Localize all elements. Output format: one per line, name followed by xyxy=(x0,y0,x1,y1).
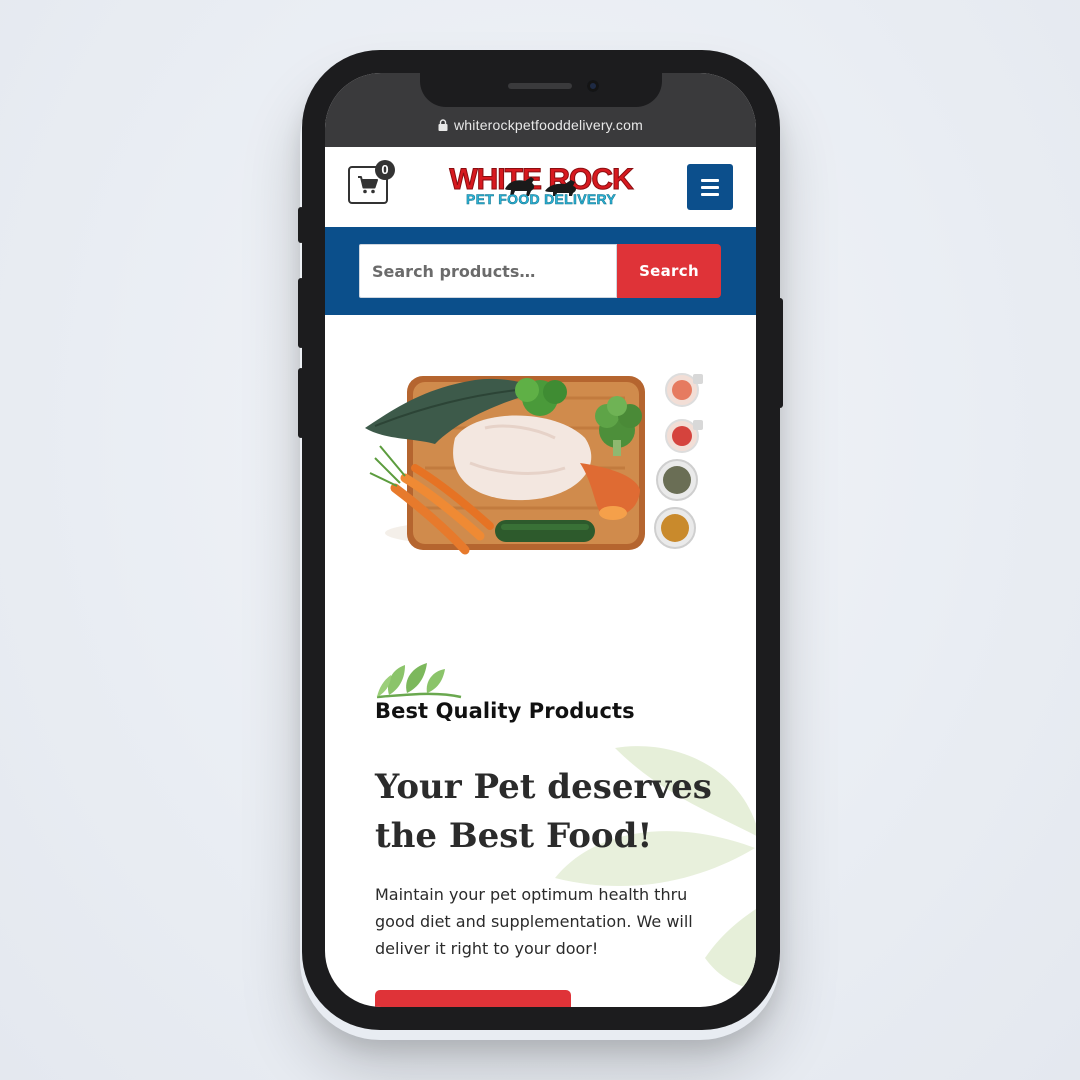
hero-description: Maintain your pet optimum health thru go… xyxy=(375,885,693,958)
cart-icon xyxy=(358,176,378,194)
front-camera xyxy=(587,80,599,92)
search-input[interactable] xyxy=(359,244,617,298)
address-bar[interactable]: whiterockpetfooddelivery.com xyxy=(325,117,756,133)
phone-screen: whiterockpetfooddelivery.com 0 WHITE ROC… xyxy=(325,73,756,1007)
cart-button[interactable]: 0 xyxy=(348,160,395,204)
logo-subtitle: PET FOOD DELIVERY xyxy=(465,191,617,207)
site-header: 0 WHITE ROCK PET FOOD DELIVERY xyxy=(325,147,756,227)
site-logo[interactable]: WHITE ROCK PET FOOD DELIVERY xyxy=(449,164,634,209)
cart-count-badge: 0 xyxy=(375,160,395,180)
power-button xyxy=(777,298,783,408)
herb-sprig-icon xyxy=(376,663,462,699)
hamburger-menu-button[interactable] xyxy=(687,164,733,210)
hamburger-menu-icon xyxy=(701,178,719,182)
earpiece-speaker xyxy=(508,83,572,89)
hero-headline: Your Pet deserves the Best Food! xyxy=(375,767,712,856)
search-button[interactable]: Search xyxy=(617,244,721,298)
hamburger-menu-icon xyxy=(701,185,719,189)
notch xyxy=(420,73,662,107)
hamburger-menu-icon xyxy=(701,192,719,196)
browser-status-bar: whiterockpetfooddelivery.com xyxy=(325,73,756,147)
mute-switch xyxy=(298,207,304,243)
volume-down-button xyxy=(298,368,304,438)
section-kicker: Best Quality Products xyxy=(375,699,635,723)
volume-up-button xyxy=(298,278,304,348)
lock-icon xyxy=(438,119,448,131)
url-text: whiterockpetfooddelivery.com xyxy=(454,117,643,133)
hero-food-image xyxy=(365,373,703,555)
hero-cta-button[interactable] xyxy=(375,990,571,1007)
search-bar: Search xyxy=(325,227,756,315)
